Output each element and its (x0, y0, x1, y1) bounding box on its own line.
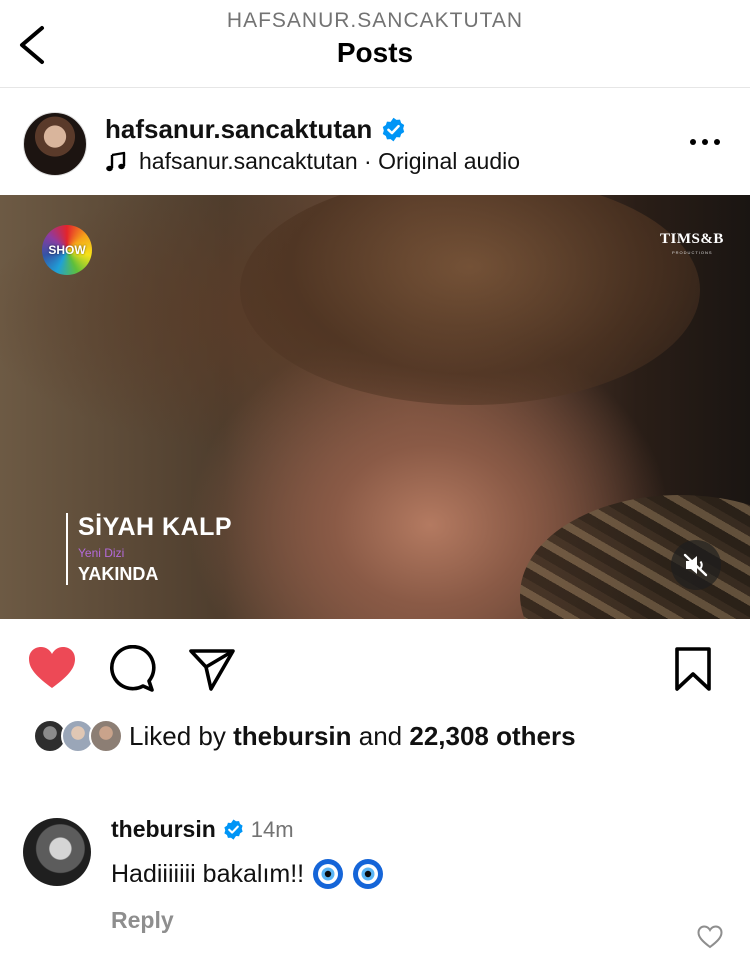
commenter-username[interactable]: thebursin (111, 816, 216, 843)
comment-icon[interactable] (108, 645, 156, 693)
reply-button[interactable]: Reply (111, 907, 174, 934)
comment-body: Hadiiiiiii bakalım!! (111, 858, 384, 890)
author-username[interactable]: hafsanur.sancaktutan (105, 114, 372, 145)
comment-header: thebursin 14m (111, 816, 294, 843)
liker-avatar (89, 719, 123, 753)
post-header: hafsanur.sancaktutan hafsanur.sancaktuta… (0, 100, 750, 190)
verified-badge-icon (224, 819, 243, 840)
channel-logo-text: SHOW (48, 243, 86, 257)
likes-count[interactable]: 22,308 others (409, 721, 575, 751)
liker-avatars (33, 718, 123, 754)
share-icon[interactable] (187, 645, 237, 693)
commenter-avatar[interactable] (23, 818, 91, 886)
likes-summary[interactable]: Liked by thebursin and 22,308 others (33, 716, 576, 756)
audio-row[interactable]: hafsanur.sancaktutan · Original audio (105, 148, 520, 175)
page-title: Posts (336, 37, 414, 68)
author-username-row[interactable]: hafsanur.sancaktutan (105, 114, 407, 145)
post-video[interactable]: SHOW TIMS&B PRODUCTIONS SİYAH KALP Yeni … (0, 195, 750, 619)
mute-toggle-button[interactable] (671, 540, 721, 590)
audio-label[interactable]: hafsanur.sancaktutan · Original audio (139, 148, 520, 175)
top-nav-bar: HAFSANUR.SANCAKTUTAN Posts (0, 0, 750, 88)
verified-badge-icon (383, 117, 405, 142)
nazar-amulet-icon (353, 859, 384, 889)
channel-logo: SHOW (42, 225, 92, 275)
video-frame-detail (240, 195, 700, 405)
production-logo-sub: PRODUCTIONS (672, 250, 713, 255)
likes-liker-name[interactable]: thebursin (233, 721, 351, 751)
series-title: SİYAH KALP (78, 513, 233, 541)
header-username: HAFSANUR.SANCAKTUTAN (226, 9, 524, 32)
likes-prefix: Liked by (129, 720, 234, 751)
author-avatar[interactable] (23, 112, 87, 176)
production-logo: TIMS&B (660, 231, 724, 247)
more-options-icon[interactable] (685, 130, 725, 154)
comment-heart-icon[interactable] (697, 925, 723, 949)
nazar-amulet-icon (313, 859, 344, 889)
post-page: HAFSANUR.SANCAKTUTAN Posts hafsanur.sanc… (0, 0, 750, 960)
likes-text[interactable]: Liked by thebursin and 22,308 others (129, 721, 576, 752)
series-subtitle: Yeni Dizi (78, 546, 125, 560)
comment-item: thebursin 14m Hadiiiiiii bakalım!! Reply (0, 808, 750, 958)
comment-timestamp: 14m (250, 816, 294, 842)
comment-text: Hadiiiiiii bakalım!! (111, 859, 305, 888)
music-note-icon (106, 151, 126, 171)
series-caption: SİYAH KALP Yeni Dizi YAKINDA (66, 513, 232, 585)
speaker-muted-icon (683, 553, 708, 577)
post-actions-bar (0, 635, 750, 699)
heart-icon[interactable] (27, 645, 77, 691)
series-status: YAKINDA (78, 564, 159, 584)
bookmark-icon[interactable] (672, 645, 714, 693)
likes-middle: and (351, 720, 410, 751)
